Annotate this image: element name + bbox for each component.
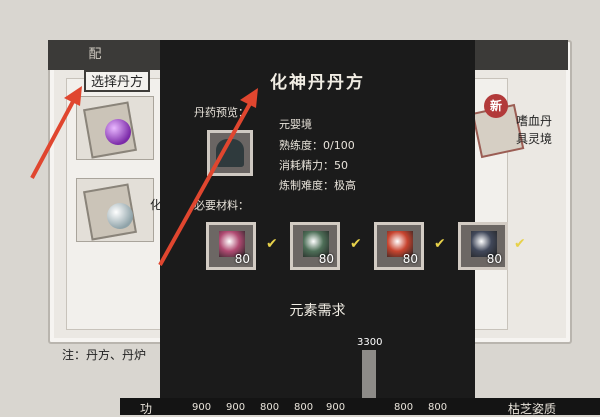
arrow-to-select-button — [30, 86, 82, 179]
arrow-to-popup-title — [158, 88, 258, 266]
annotation-arrows — [30, 86, 258, 266]
